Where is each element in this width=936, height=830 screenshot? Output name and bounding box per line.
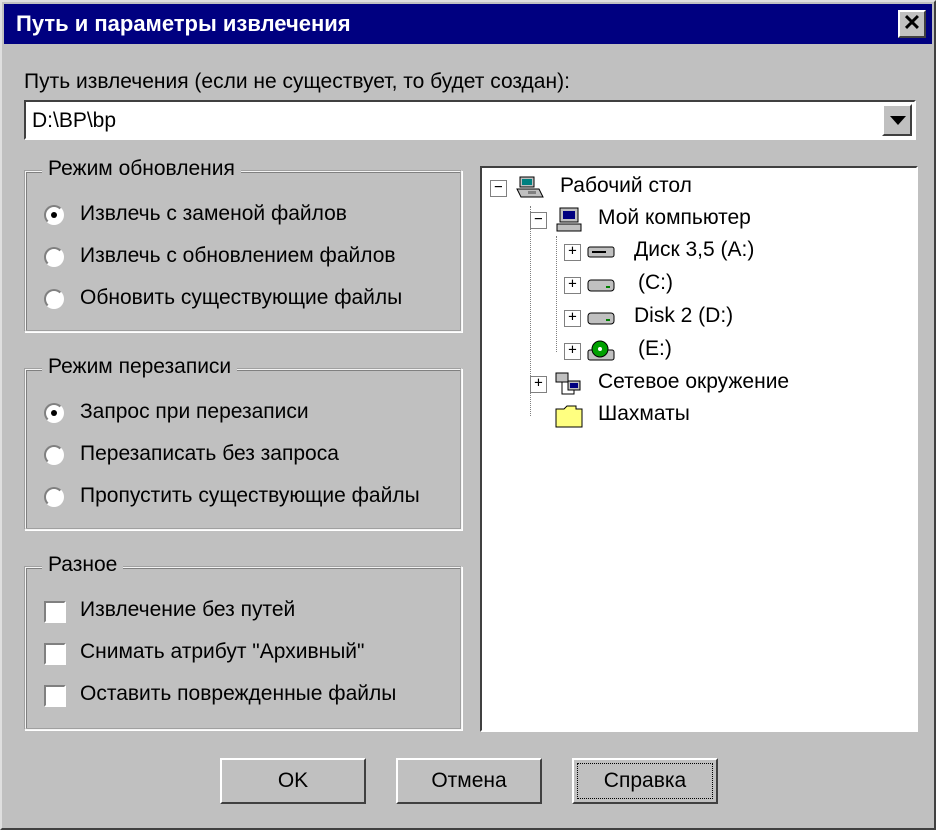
expand-icon[interactable]: + xyxy=(564,343,581,360)
desktop-icon xyxy=(516,176,544,198)
expand-icon[interactable]: + xyxy=(530,376,547,393)
collapse-icon[interactable]: − xyxy=(530,212,547,229)
collapse-icon[interactable]: − xyxy=(490,180,507,197)
radio-button[interactable] xyxy=(44,289,64,309)
misc-legend: Разное xyxy=(42,553,124,577)
radio-label: Запрос при перезаписи xyxy=(80,400,309,423)
checkbox[interactable] xyxy=(44,601,66,623)
tree-node-label: (E:) xyxy=(638,337,672,360)
hard-drive-icon xyxy=(587,279,615,292)
close-icon: ✕ xyxy=(902,10,922,35)
network-icon xyxy=(555,372,581,395)
checkbox[interactable] xyxy=(44,685,66,707)
tree-line xyxy=(556,236,557,352)
misc-group: Разное Извлечение без путей Снимать атри… xyxy=(24,553,462,730)
radio-label: Извлечь с заменой файлов xyxy=(80,202,347,225)
checkbox[interactable] xyxy=(44,643,66,665)
checkbox-label: Оставить поврежденные файлы xyxy=(80,682,397,705)
tree-node-label: Disk 2 (D:) xyxy=(634,304,734,327)
radio-label: Извлечь с обновлением файлов xyxy=(80,244,396,267)
folder-tree[interactable]: − Рабочий стол − Мой компьютер + Диск 3,… xyxy=(480,166,918,732)
extract-dialog: Путь и параметры извлечения ✕ Путь извле… xyxy=(0,0,936,830)
help-button[interactable]: Справка xyxy=(572,758,718,804)
tree-node-label: Рабочий стол xyxy=(560,174,692,197)
overwrite-mode-legend: Режим перезаписи xyxy=(42,355,238,379)
path-combobox[interactable]: D:\BP\bp xyxy=(24,100,916,140)
ok-button[interactable]: OK xyxy=(220,758,366,804)
cd-drive-icon xyxy=(587,340,615,361)
floppy-drive-icon xyxy=(587,246,615,258)
cancel-button[interactable]: Отмена xyxy=(396,758,542,804)
computer-icon xyxy=(556,207,582,232)
hard-drive-icon xyxy=(587,312,615,325)
tree-node-label: (C:) xyxy=(638,271,673,294)
overwrite-mode-group: Режим перезаписи Запрос при перезаписи П… xyxy=(24,355,462,530)
checkbox-label: Извлечение без путей xyxy=(80,598,296,621)
radio-button[interactable] xyxy=(44,205,64,225)
tree-node-label: Диск 3,5 (A:) xyxy=(634,238,755,261)
radio-label: Пропустить существующие файлы xyxy=(80,484,420,507)
radio-label: Обновить существующие файлы xyxy=(80,286,403,309)
expand-icon[interactable]: + xyxy=(564,277,581,294)
radio-button[interactable] xyxy=(44,403,64,423)
radio-button[interactable] xyxy=(44,445,64,465)
title-bar[interactable]: Путь и параметры извлечения ✕ xyxy=(4,4,932,44)
path-value[interactable]: D:\BP\bp xyxy=(32,109,116,133)
expand-icon[interactable]: + xyxy=(564,310,581,327)
tree-node-label: Шахматы xyxy=(598,402,690,425)
tree-node-label: Сетевое окружение xyxy=(598,370,790,393)
window-title: Путь и параметры извлечения xyxy=(16,11,351,36)
radio-button[interactable] xyxy=(44,247,64,267)
folder-icon xyxy=(555,405,583,428)
combo-dropdown-button[interactable] xyxy=(882,104,912,136)
expand-icon[interactable]: + xyxy=(564,244,581,261)
checkbox-label: Снимать атрибут "Архивный" xyxy=(80,640,365,663)
close-button[interactable]: ✕ xyxy=(898,10,926,38)
update-mode-group: Режим обновления Извлечь с заменой файло… xyxy=(24,157,462,332)
update-mode-legend: Режим обновления xyxy=(42,157,241,181)
radio-button[interactable] xyxy=(44,487,64,507)
tree-node-label: Мой компьютер xyxy=(598,206,751,229)
path-label: Путь извлечения (если не существует, то … xyxy=(24,70,570,93)
radio-label: Перезаписать без запроса xyxy=(80,442,339,465)
